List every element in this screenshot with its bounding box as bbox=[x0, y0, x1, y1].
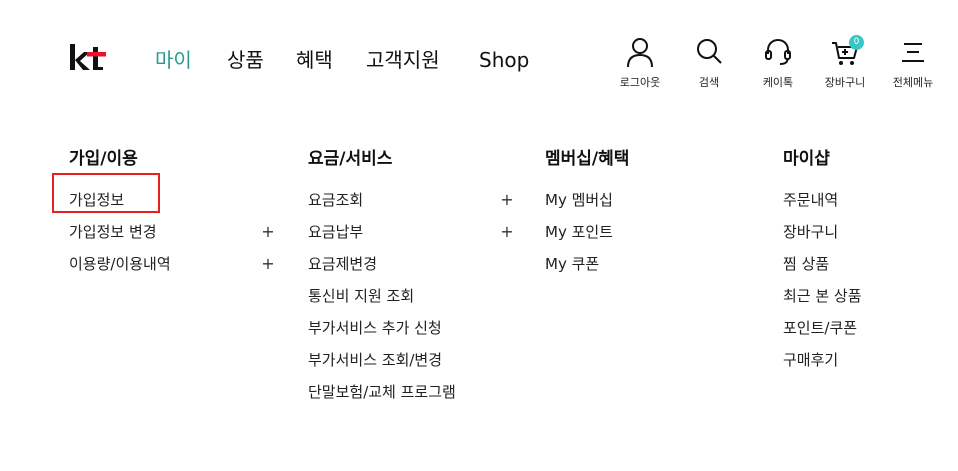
menu-item-label: 최근 본 상품 bbox=[783, 287, 862, 305]
menu-item-label: 요금제변경 bbox=[308, 255, 378, 273]
headset-icon bbox=[765, 38, 791, 65]
menu-item-label: 가입정보 bbox=[69, 191, 125, 209]
user-icon bbox=[627, 38, 653, 68]
menu-item-label: 부가서비스 추가 신청 bbox=[308, 319, 442, 337]
menu-list: My 멤버십 My 포인트 My 쿠폰 bbox=[545, 184, 751, 280]
menu-item-my-coupons[interactable]: My 쿠폰 bbox=[545, 248, 751, 280]
menu-item-subscription-change[interactable]: 가입정보 변경 + bbox=[69, 216, 275, 248]
nav-products[interactable]: 상품 bbox=[227, 45, 264, 75]
menu-column-membership: 멤버십/혜택 My 멤버십 My 포인트 My 쿠폰 bbox=[545, 145, 751, 280]
menu-item-cart[interactable]: 장바구니 bbox=[783, 216, 943, 248]
kt-logo[interactable] bbox=[69, 42, 107, 74]
nav-benefits[interactable]: 혜택 bbox=[296, 45, 333, 75]
menu-item-label: My 멤버십 bbox=[545, 191, 613, 209]
search-label: 검색 bbox=[698, 76, 720, 89]
menu-item-bill-payment[interactable]: 요금납부 + bbox=[308, 216, 514, 248]
cart-count-badge: 0 bbox=[849, 35, 864, 50]
chat-button[interactable]: 케이톡 bbox=[748, 36, 808, 90]
menu-item-label: 주문내역 bbox=[783, 191, 839, 209]
cart-button[interactable]: 0 장바구니 bbox=[815, 35, 875, 90]
expand-plus-icon[interactable]: + bbox=[261, 216, 275, 248]
menu-column-billing: 요금/서비스 요금조회 + 요금납부 + 요금제변경 통신비 지원 조회 부가서비스… bbox=[308, 145, 514, 408]
cart-label: 장바구니 bbox=[824, 76, 866, 89]
expand-plus-icon[interactable]: + bbox=[500, 216, 514, 248]
menu-item-label: 통신비 지원 조회 bbox=[308, 287, 415, 305]
menu-item-label: 찜 상품 bbox=[783, 255, 830, 273]
menu-list: 주문내역 장바구니 찜 상품 최근 본 상품 포인트/쿠폰 구매후기 bbox=[783, 184, 943, 376]
hamburger-icon bbox=[902, 43, 924, 62]
nav-support[interactable]: 고객지원 bbox=[366, 45, 440, 75]
nav-shop[interactable]: Shop bbox=[479, 45, 529, 75]
menu-item-label: 단말보험/교체 프로그램 bbox=[308, 383, 456, 401]
menu-item-usage-history[interactable]: 이용량/이용내역 + bbox=[69, 248, 275, 280]
chat-label: 케이톡 bbox=[762, 76, 794, 89]
menu-item-wishlist[interactable]: 찜 상품 bbox=[783, 248, 943, 280]
column-title: 마이샵 bbox=[783, 149, 830, 169]
menu-list: 요금조회 + 요금납부 + 요금제변경 통신비 지원 조회 부가서비스 추가 신청 … bbox=[308, 184, 514, 408]
menu-item-reviews[interactable]: 구매후기 bbox=[783, 344, 943, 376]
menu-item-label: 구매후기 bbox=[783, 351, 839, 369]
all-menu-label: 전체메뉴 bbox=[892, 76, 934, 89]
expand-plus-icon[interactable]: + bbox=[261, 248, 275, 280]
logout-label: 로그아웃 bbox=[619, 76, 661, 89]
menu-item-device-insurance[interactable]: 단말보험/교체 프로그램 bbox=[308, 376, 514, 408]
menu-item-label: 가입정보 변경 bbox=[69, 223, 157, 241]
expand-plus-icon[interactable]: + bbox=[500, 184, 514, 216]
column-title: 멤버십/혜택 bbox=[545, 149, 630, 169]
menu-item-points-coupons[interactable]: 포인트/쿠폰 bbox=[783, 312, 943, 344]
menu-column-myshop: 마이샵 주문내역 장바구니 찜 상품 최근 본 상품 포인트/쿠폰 구매후기 bbox=[783, 145, 943, 376]
menu-item-label: 부가서비스 조회/변경 bbox=[308, 351, 443, 369]
menu-item-addon-request[interactable]: 부가서비스 추가 신청 bbox=[308, 312, 514, 344]
menu-item-subsidy-inquiry[interactable]: 통신비 지원 조회 bbox=[308, 280, 514, 312]
menu-item-label: My 쿠폰 bbox=[545, 255, 600, 273]
menu-item-my-membership[interactable]: My 멤버십 bbox=[545, 184, 751, 216]
menu-item-label: 요금납부 bbox=[308, 223, 364, 241]
menu-item-label: 요금조회 bbox=[308, 191, 364, 209]
column-title: 가입/이용 bbox=[69, 149, 138, 169]
search-icon bbox=[697, 39, 722, 64]
menu-item-label: 이용량/이용내역 bbox=[69, 255, 171, 273]
menu-item-plan-change[interactable]: 요금제변경 bbox=[308, 248, 514, 280]
menu-column-subscription: 가입/이용 가입정보 가입정보 변경 + 이용량/이용내역 + bbox=[69, 145, 275, 280]
menu-item-bill-inquiry[interactable]: 요금조회 + bbox=[308, 184, 514, 216]
menu-item-subscription-info[interactable]: 가입정보 bbox=[69, 184, 275, 216]
menu-item-recently-viewed[interactable]: 최근 본 상품 bbox=[783, 280, 943, 312]
menu-item-my-points[interactable]: My 포인트 bbox=[545, 216, 751, 248]
column-title: 요금/서비스 bbox=[308, 149, 393, 169]
menu-item-label: 장바구니 bbox=[783, 223, 839, 241]
menu-item-label: 포인트/쿠폰 bbox=[783, 319, 858, 337]
menu-item-addon-change[interactable]: 부가서비스 조회/변경 bbox=[308, 344, 514, 376]
menu-list: 가입정보 가입정보 변경 + 이용량/이용내역 + bbox=[69, 184, 275, 280]
menu-item-label: My 포인트 bbox=[545, 223, 613, 241]
logout-button[interactable]: 로그아웃 bbox=[610, 36, 670, 90]
all-menu-button[interactable]: 전체메뉴 bbox=[883, 36, 943, 90]
menu-item-order-history[interactable]: 주문내역 bbox=[783, 184, 943, 216]
search-button[interactable]: 검색 bbox=[679, 36, 739, 90]
nav-my[interactable]: 마이 bbox=[155, 45, 192, 75]
